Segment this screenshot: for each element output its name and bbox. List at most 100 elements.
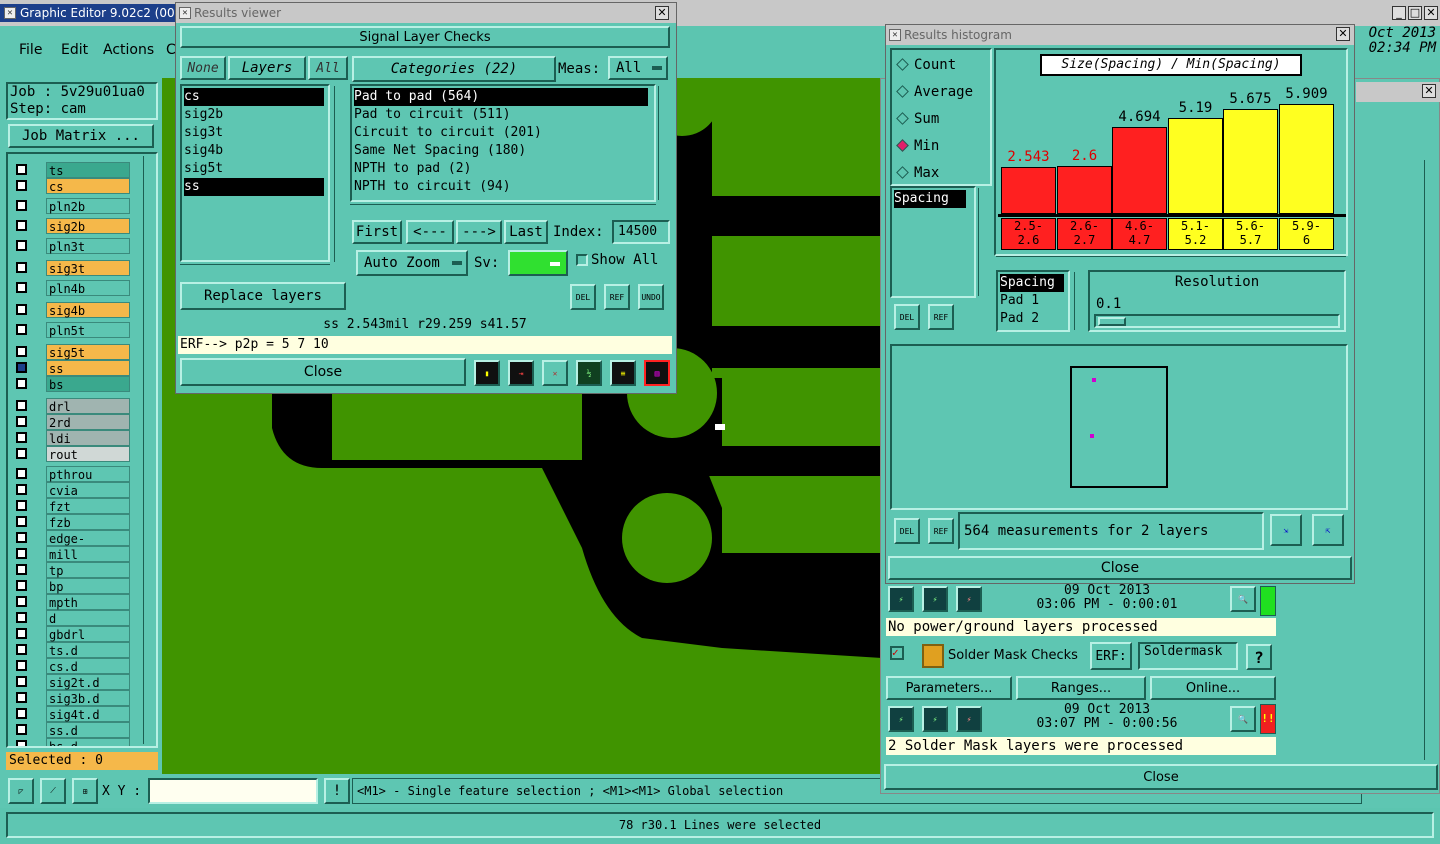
layer-row[interactable]: cs <box>12 178 130 194</box>
layer-checkbox[interactable] <box>16 282 27 293</box>
run-red-icon-1[interactable]: ⚡ <box>956 586 982 612</box>
run-red-icon-2[interactable]: ⚡ <box>956 706 982 732</box>
layer-row[interactable]: bs <box>12 376 130 392</box>
radio-average[interactable]: Average <box>896 83 986 101</box>
xy-input[interactable] <box>148 778 318 804</box>
del-icon[interactable]: DEL <box>570 284 596 310</box>
histogram-bar[interactable] <box>1112 127 1167 214</box>
run-icon-1[interactable]: ⚡ <box>888 586 914 612</box>
next-button[interactable]: ---> <box>456 220 502 244</box>
ranges-button[interactable]: Ranges... <box>1016 676 1146 700</box>
layer-checkbox[interactable] <box>16 676 27 687</box>
ref-disabled-icon[interactable]: ✕ <box>542 360 568 386</box>
layer-checkbox[interactable] <box>16 262 27 273</box>
rv-category-item[interactable]: Same Net Spacing (180) <box>354 142 652 160</box>
layer-row[interactable]: pln3t <box>12 238 130 254</box>
layer-row[interactable]: tp <box>12 562 130 578</box>
checks-scrollbar[interactable] <box>1424 160 1436 760</box>
hist-list-vscroll[interactable] <box>978 188 990 296</box>
rv-layer-item[interactable]: cs <box>184 88 324 106</box>
rv-category-item[interactable]: NPTH to pad (2) <box>354 160 652 178</box>
layer-checkbox[interactable] <box>16 416 27 427</box>
layer-checkbox[interactable] <box>16 484 27 495</box>
slider-thumb[interactable] <box>1098 317 1126 326</box>
layer-row[interactable]: 2rd <box>12 414 130 430</box>
radio-count[interactable]: Count <box>896 56 986 74</box>
sv-color-select[interactable] <box>508 250 568 276</box>
hist-ref-icon-2[interactable]: REF <box>928 518 954 544</box>
erf-value-field[interactable]: Soldermask <box>1138 642 1238 670</box>
rv-layer-item[interactable]: ss <box>184 178 324 196</box>
histogram-bar[interactable] <box>1223 109 1278 214</box>
checks-close-button[interactable]: Close <box>884 764 1438 790</box>
hist-close-x[interactable]: ✕ <box>1336 27 1350 41</box>
menu-edit[interactable]: Edit <box>61 42 88 58</box>
hist-ref-icon[interactable]: REF <box>928 304 954 330</box>
histogram-bar[interactable] <box>1168 118 1223 214</box>
layer-row[interactable]: bp <box>12 578 130 594</box>
radio-min[interactable]: Min <box>896 137 986 155</box>
auto-zoom-select[interactable]: Auto Zoom <box>356 250 468 276</box>
layer-row[interactable]: fzt <box>12 498 130 514</box>
index-input[interactable]: 14500 <box>612 220 670 244</box>
histogram-bar[interactable] <box>1001 167 1056 214</box>
layer-row[interactable]: edge-plating <box>12 530 130 562</box>
parameters-button[interactable]: Parameters... <box>886 676 1012 700</box>
job-matrix-button[interactable]: Job Matrix ... <box>8 124 154 148</box>
report-icon[interactable]: ½ <box>576 360 602 386</box>
none-button[interactable]: None <box>180 56 226 80</box>
layer-row[interactable]: sig3b.d <box>12 690 130 706</box>
notes-icon[interactable]: ≡ <box>610 360 636 386</box>
zoom-results-icon-2[interactable]: 🔍 <box>1230 706 1256 732</box>
layer-row[interactable]: ts <box>12 162 130 178</box>
categories-tab[interactable]: Categories (22) <box>352 56 556 82</box>
layer-checkbox[interactable] <box>16 596 27 607</box>
hist-variable-item[interactable]: Spacing <box>894 190 966 208</box>
last-button[interactable]: Last <box>504 220 548 244</box>
layer-row[interactable]: cs.d <box>12 658 130 674</box>
rv-layer-item[interactable]: sig3t <box>184 124 326 142</box>
layer-checkbox[interactable] <box>16 500 27 511</box>
hist-del-icon-2[interactable]: DEL <box>894 518 920 544</box>
layer-checkbox[interactable] <box>16 240 27 251</box>
minimize-button[interactable]: _ <box>1392 6 1406 20</box>
type-list-vscroll[interactable] <box>1074 272 1086 330</box>
layer-checkbox[interactable] <box>16 708 27 719</box>
layer-row[interactable]: d <box>12 610 130 626</box>
radio-sum[interactable]: Sum <box>896 110 986 128</box>
info-icon[interactable]: ! <box>324 778 350 804</box>
layer-checkbox[interactable] <box>16 564 27 575</box>
maximize-button[interactable]: □ <box>1408 6 1422 20</box>
type-item[interactable]: Spacing <box>1000 274 1064 292</box>
chart-hscroll[interactable] <box>996 256 1346 268</box>
layer-checkbox[interactable] <box>16 180 27 191</box>
type-item[interactable]: Pad 2 <box>1000 310 1066 328</box>
histogram-bar[interactable] <box>1057 166 1112 214</box>
hist-del-icon[interactable]: DEL <box>894 304 920 330</box>
layer-row[interactable]: pln2b <box>12 198 130 214</box>
rv-category-item[interactable]: Pad to pad (564) <box>354 88 648 106</box>
resolution-slider[interactable] <box>1094 314 1340 328</box>
grid-tool-icon[interactable]: ⊞ <box>72 778 98 804</box>
export-icon[interactable]: ⇲ <box>1270 514 1302 546</box>
all-button[interactable]: All <box>308 56 348 80</box>
rv-close-button[interactable]: Close <box>180 358 466 386</box>
layer-row[interactable]: sig4t.d <box>12 706 130 722</box>
radio-max[interactable]: Max <box>896 164 986 182</box>
layer-row[interactable]: pthrou <box>12 466 130 482</box>
layer-row[interactable]: sig5t <box>12 344 130 360</box>
measure-tool-icon[interactable]: ⟋ <box>40 778 66 804</box>
histogram-icon[interactable]: ▥ <box>644 360 670 386</box>
checks-close-x[interactable]: ✕ <box>1422 84 1436 98</box>
layer-checkbox[interactable] <box>16 532 27 543</box>
layer-row[interactable]: sig2t.d <box>12 674 130 690</box>
zoom-results-icon-1[interactable]: 🔍 <box>1230 586 1256 612</box>
import-icon[interactable]: ⇱ <box>1312 514 1344 546</box>
layer-row[interactable]: rout <box>12 446 130 462</box>
layer-row[interactable]: mill <box>12 546 130 562</box>
solder-checkbox[interactable]: ✓ <box>890 646 904 660</box>
hist-close-button[interactable]: Close <box>888 556 1352 580</box>
layer-checkbox[interactable] <box>16 304 27 315</box>
rv-close-x[interactable]: ✕ <box>655 6 669 20</box>
rv-category-item[interactable]: NPTH to circuit (94) <box>354 178 652 196</box>
